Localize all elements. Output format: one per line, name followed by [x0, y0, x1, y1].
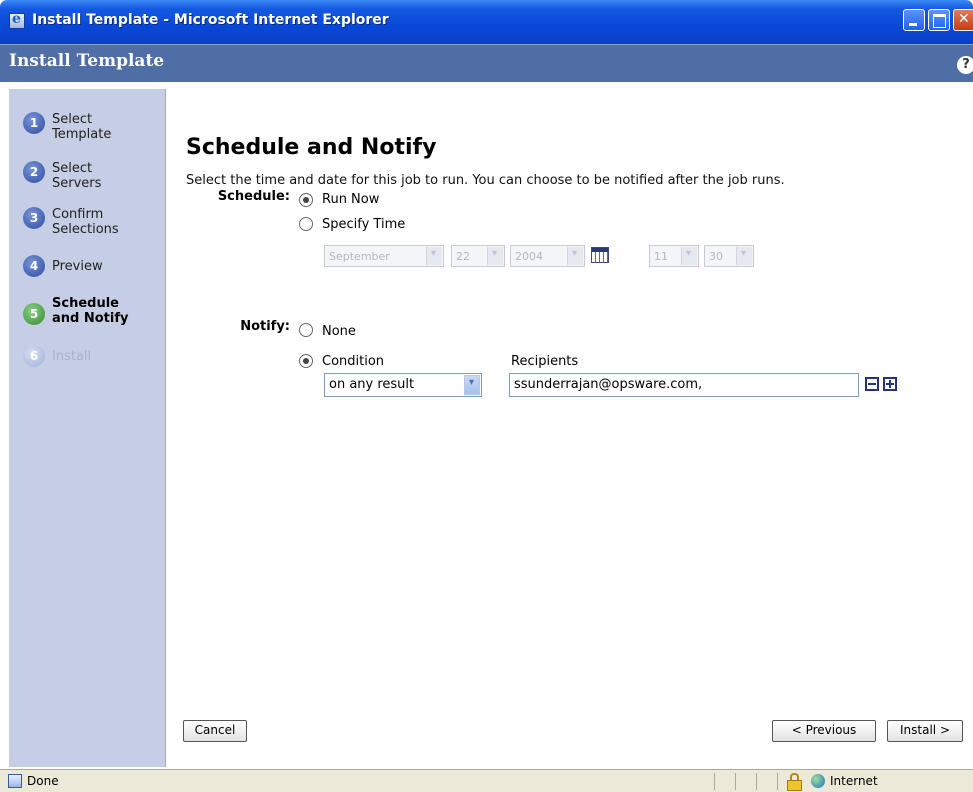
step-number-badge: 2	[23, 161, 45, 183]
chevron-down-icon	[426, 247, 442, 265]
cancel-button[interactable]: Cancel	[183, 720, 247, 742]
chevron-down-icon	[681, 247, 697, 265]
page-description: Select the time and date for this job to…	[186, 173, 785, 188]
notify-none-label[interactable]: None	[322, 324, 356, 339]
status-text: Done	[27, 774, 59, 788]
day-select-value: 22	[456, 250, 470, 263]
step-number-badge: 1	[23, 112, 45, 134]
step-label: Select Template	[52, 112, 112, 142]
step-label: Select Servers	[52, 161, 102, 191]
step-label: Confirm Selections	[52, 207, 119, 237]
month-select[interactable]: September	[324, 245, 444, 267]
window-titlebar[interactable]: Install Template - Microsoft Internet Ex…	[0, 0, 973, 44]
help-icon[interactable]: ?	[957, 56, 973, 74]
hour-select[interactable]: 11	[649, 245, 699, 267]
specify-time-radio[interactable]	[299, 217, 313, 231]
condition-select[interactable]: on any result	[324, 373, 482, 397]
remove-recipient-button[interactable]	[865, 377, 879, 391]
notify-condition-radio[interactable]	[299, 354, 313, 368]
hour-select-value: 11	[654, 250, 668, 263]
calendar-icon[interactable]	[591, 247, 609, 263]
globe-icon	[811, 774, 825, 788]
page-icon	[8, 774, 22, 788]
chevron-down-icon	[567, 247, 583, 265]
minute-select-value: 30	[709, 250, 723, 263]
schedule-label: Schedule:	[217, 189, 290, 204]
minimize-button[interactable]	[903, 9, 925, 31]
condition-select-value: on any result	[329, 377, 415, 392]
wizard-steps-sidebar: 1 Select Template 2 Select Servers 3 Con…	[9, 89, 166, 767]
chevron-down-icon	[487, 247, 503, 265]
status-bar: Done Internet	[0, 769, 973, 792]
minute-select[interactable]: 30	[704, 245, 754, 267]
ie-app-icon	[9, 11, 25, 29]
run-now-radio[interactable]	[299, 193, 313, 207]
recipients-label: Recipients	[511, 354, 579, 369]
app-header: Install Template ?	[0, 44, 973, 82]
year-select[interactable]: 2004	[510, 245, 585, 267]
chevron-down-icon	[464, 375, 480, 395]
day-select[interactable]: 22	[451, 245, 505, 267]
chevron-down-icon	[736, 247, 752, 265]
step-number-badge: 4	[23, 255, 45, 277]
step-label: Schedule and Notify	[52, 296, 129, 326]
status-divider	[714, 773, 715, 790]
month-select-value: September	[329, 250, 390, 263]
security-zone-text: Internet	[830, 774, 878, 788]
status-divider	[735, 773, 736, 790]
previous-button[interactable]: < Previous	[772, 720, 876, 742]
lock-icon	[787, 773, 802, 791]
window-title: Install Template - Microsoft Internet Ex…	[32, 12, 389, 28]
status-divider	[756, 773, 757, 790]
maximize-button[interactable]	[928, 9, 950, 31]
app-header-title: Install Template	[9, 51, 165, 71]
year-select-value: 2004	[515, 250, 543, 263]
step-number-badge: 3	[23, 207, 45, 229]
install-button[interactable]: Install >	[887, 720, 963, 742]
notify-label: Notify:	[240, 319, 290, 334]
run-now-label[interactable]: Run Now	[322, 192, 379, 207]
recipients-input[interactable]: ssunderrajan@opsware.com,	[509, 373, 859, 397]
specify-time-label[interactable]: Specify Time	[322, 217, 405, 232]
step-number-badge: 5	[23, 303, 45, 325]
add-recipient-button[interactable]	[883, 377, 897, 391]
step-label: Preview	[52, 259, 103, 274]
status-divider	[777, 773, 778, 790]
recipients-input-value: ssunderrajan@opsware.com,	[514, 377, 703, 392]
main-content: Schedule and Notify Select the time and …	[167, 89, 973, 767]
notify-condition-label[interactable]: Condition	[322, 354, 384, 369]
step-label: Install	[52, 349, 92, 364]
close-button[interactable]	[953, 9, 973, 31]
page-title: Schedule and Notify	[186, 135, 437, 160]
step-number-badge: 6	[23, 345, 45, 367]
notify-none-radio[interactable]	[299, 323, 313, 337]
